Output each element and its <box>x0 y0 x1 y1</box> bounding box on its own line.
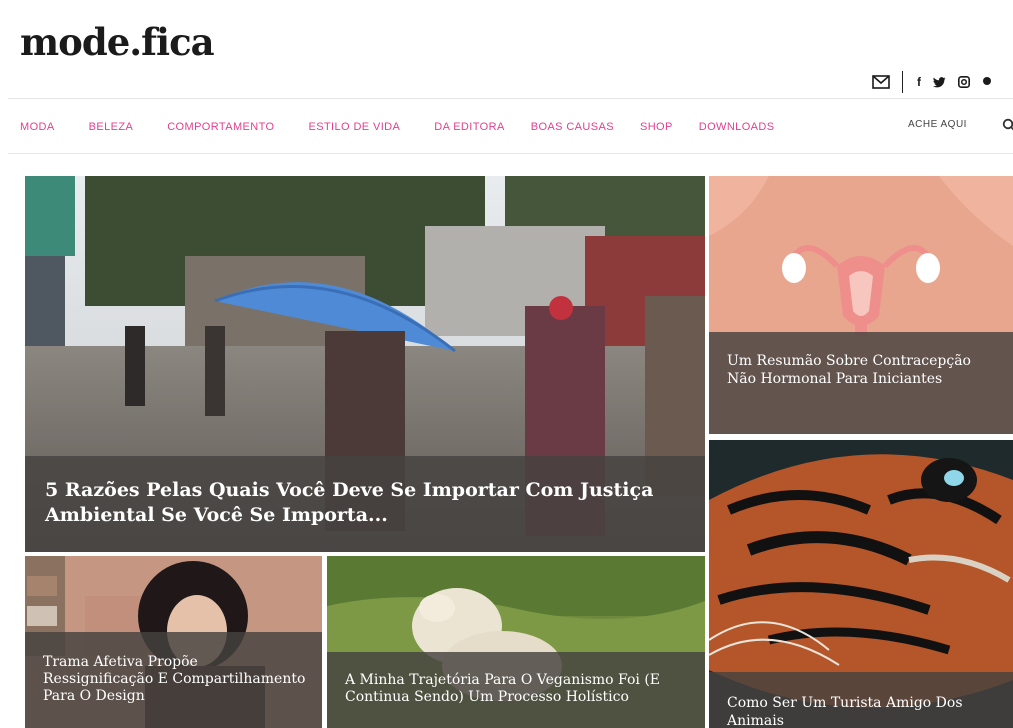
featured-article-overlay: 5 Razões Pelas Quais Você Deve Se Import… <box>25 456 705 552</box>
nav-item-moda[interactable]: MODA <box>20 121 55 133</box>
page: mode.fica f MODA BELEZA COMPORTAMENTO ES… <box>0 0 1013 728</box>
article-overlay: A Minha Trajetória Para O Veganismo Foi … <box>327 652 705 728</box>
article-card-veganismo[interactable]: A Minha Trajetória Para O Veganismo Foi … <box>327 556 705 728</box>
social-divider <box>902 71 903 93</box>
search-icon[interactable] <box>1002 118 1013 134</box>
article-title[interactable]: Trama Afetiva Propõe Ressignificação E C… <box>43 654 310 705</box>
article-card-trama-afetiva[interactable]: Trama Afetiva Propõe Ressignificação E C… <box>25 556 322 728</box>
article-overlay: Como Ser Um Turista Amigo Dos Animais <box>709 672 1013 728</box>
nav-item-shop[interactable]: SHOP <box>640 121 673 133</box>
nav-item-downloads[interactable]: DOWNLOADS <box>699 121 775 133</box>
article-title[interactable]: Um Resumão Sobre Contracepção Não Hormon… <box>727 352 1003 388</box>
nav-item-boas-causas[interactable]: BOAS CAUSAS <box>531 121 614 133</box>
featured-article-title[interactable]: 5 Razões Pelas Quais Você Deve Se Import… <box>45 478 665 528</box>
twitter-icon[interactable] <box>933 76 946 88</box>
article-overlay: Um Resumão Sobre Contracepção Não Hormon… <box>709 332 1013 434</box>
facebook-icon[interactable]: f <box>917 75 921 89</box>
nav-item-estilo-de-vida[interactable]: ESTILO DE VIDA <box>308 121 400 133</box>
header-divider <box>8 98 1013 99</box>
envelope-icon[interactable] <box>872 75 890 89</box>
article-title[interactable]: Como Ser Um Turista Amigo Dos Animais <box>727 694 1003 728</box>
article-overlay: Trama Afetiva Propõe Ressignificação E C… <box>25 632 322 728</box>
site-logo[interactable]: mode.fica <box>20 20 215 64</box>
nav-divider <box>8 153 1013 154</box>
search-label[interactable]: ACHE AQUI <box>908 119 967 130</box>
article-card-turista-animais[interactable]: Como Ser Um Turista Amigo Dos Animais <box>709 440 1013 728</box>
featured-article-card[interactable]: 5 Razões Pelas Quais Você Deve Se Import… <box>25 176 705 552</box>
instagram-icon[interactable] <box>958 76 970 88</box>
article-title[interactable]: A Minha Trajetória Para O Veganismo Foi … <box>345 672 693 706</box>
main-nav: MODA BELEZA COMPORTAMENTO ESTILO DE VIDA… <box>20 119 808 135</box>
social-links: f <box>872 70 1004 94</box>
nav-item-beleza[interactable]: BELEZA <box>89 121 134 133</box>
nav-item-comportamento[interactable]: COMPORTAMENTO <box>167 121 274 133</box>
nav-item-da-editora[interactable]: DA EDITORA <box>434 121 504 133</box>
pinterest-icon[interactable] <box>982 76 992 88</box>
article-card-contracepcao[interactable]: Um Resumão Sobre Contracepção Não Hormon… <box>709 176 1013 434</box>
